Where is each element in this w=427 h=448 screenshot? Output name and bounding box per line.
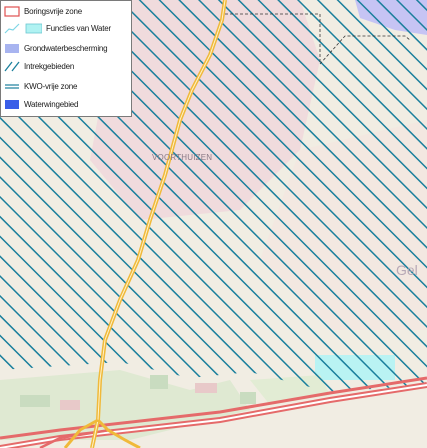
legend-label: Functies van Water	[46, 23, 112, 33]
legend-item-intrekgebieden: Intrekgebieden	[4, 59, 74, 73]
legend-item-grondwaterbescherming: Grondwaterbescherming	[4, 41, 108, 55]
intrekgebieden-icon	[4, 61, 20, 71]
place-label-partial: Gel	[396, 262, 418, 278]
map-view[interactable]: VOORTHUIZEN Gel Boringsvrije zone Functi…	[0, 0, 427, 448]
functies-van-water-icon	[25, 23, 42, 33]
legend-item-functies-van-water: Functies van Water	[4, 21, 111, 35]
legend-label: Intrekgebieden	[24, 61, 75, 71]
legend-item-waterwingebied: Waterwingebied	[4, 97, 78, 111]
legend-label: Waterwingebied	[24, 99, 79, 109]
legend-item-kwo-vrije-zone: KWO-vrije zone	[4, 79, 77, 93]
kwo-vrije-zone-icon	[5, 83, 19, 89]
place-label: VOORTHUIZEN	[152, 153, 213, 162]
map-legend: Boringsvrije zone Functies van Water Gro…	[0, 0, 132, 117]
waterwingebied-icon	[5, 99, 19, 109]
legend-label: KWO-vrije zone	[24, 81, 78, 91]
legend-item-boringsvrije-zone: Boringsvrije zone	[4, 4, 82, 18]
legend-label: Grondwaterbescherming	[24, 43, 108, 53]
functies-van-water-line-icon	[4, 23, 20, 33]
boringsvrije-zone-icon	[4, 5, 20, 17]
grondwaterbescherming-icon	[5, 43, 19, 53]
legend-label: Boringsvrije zone	[24, 6, 82, 16]
